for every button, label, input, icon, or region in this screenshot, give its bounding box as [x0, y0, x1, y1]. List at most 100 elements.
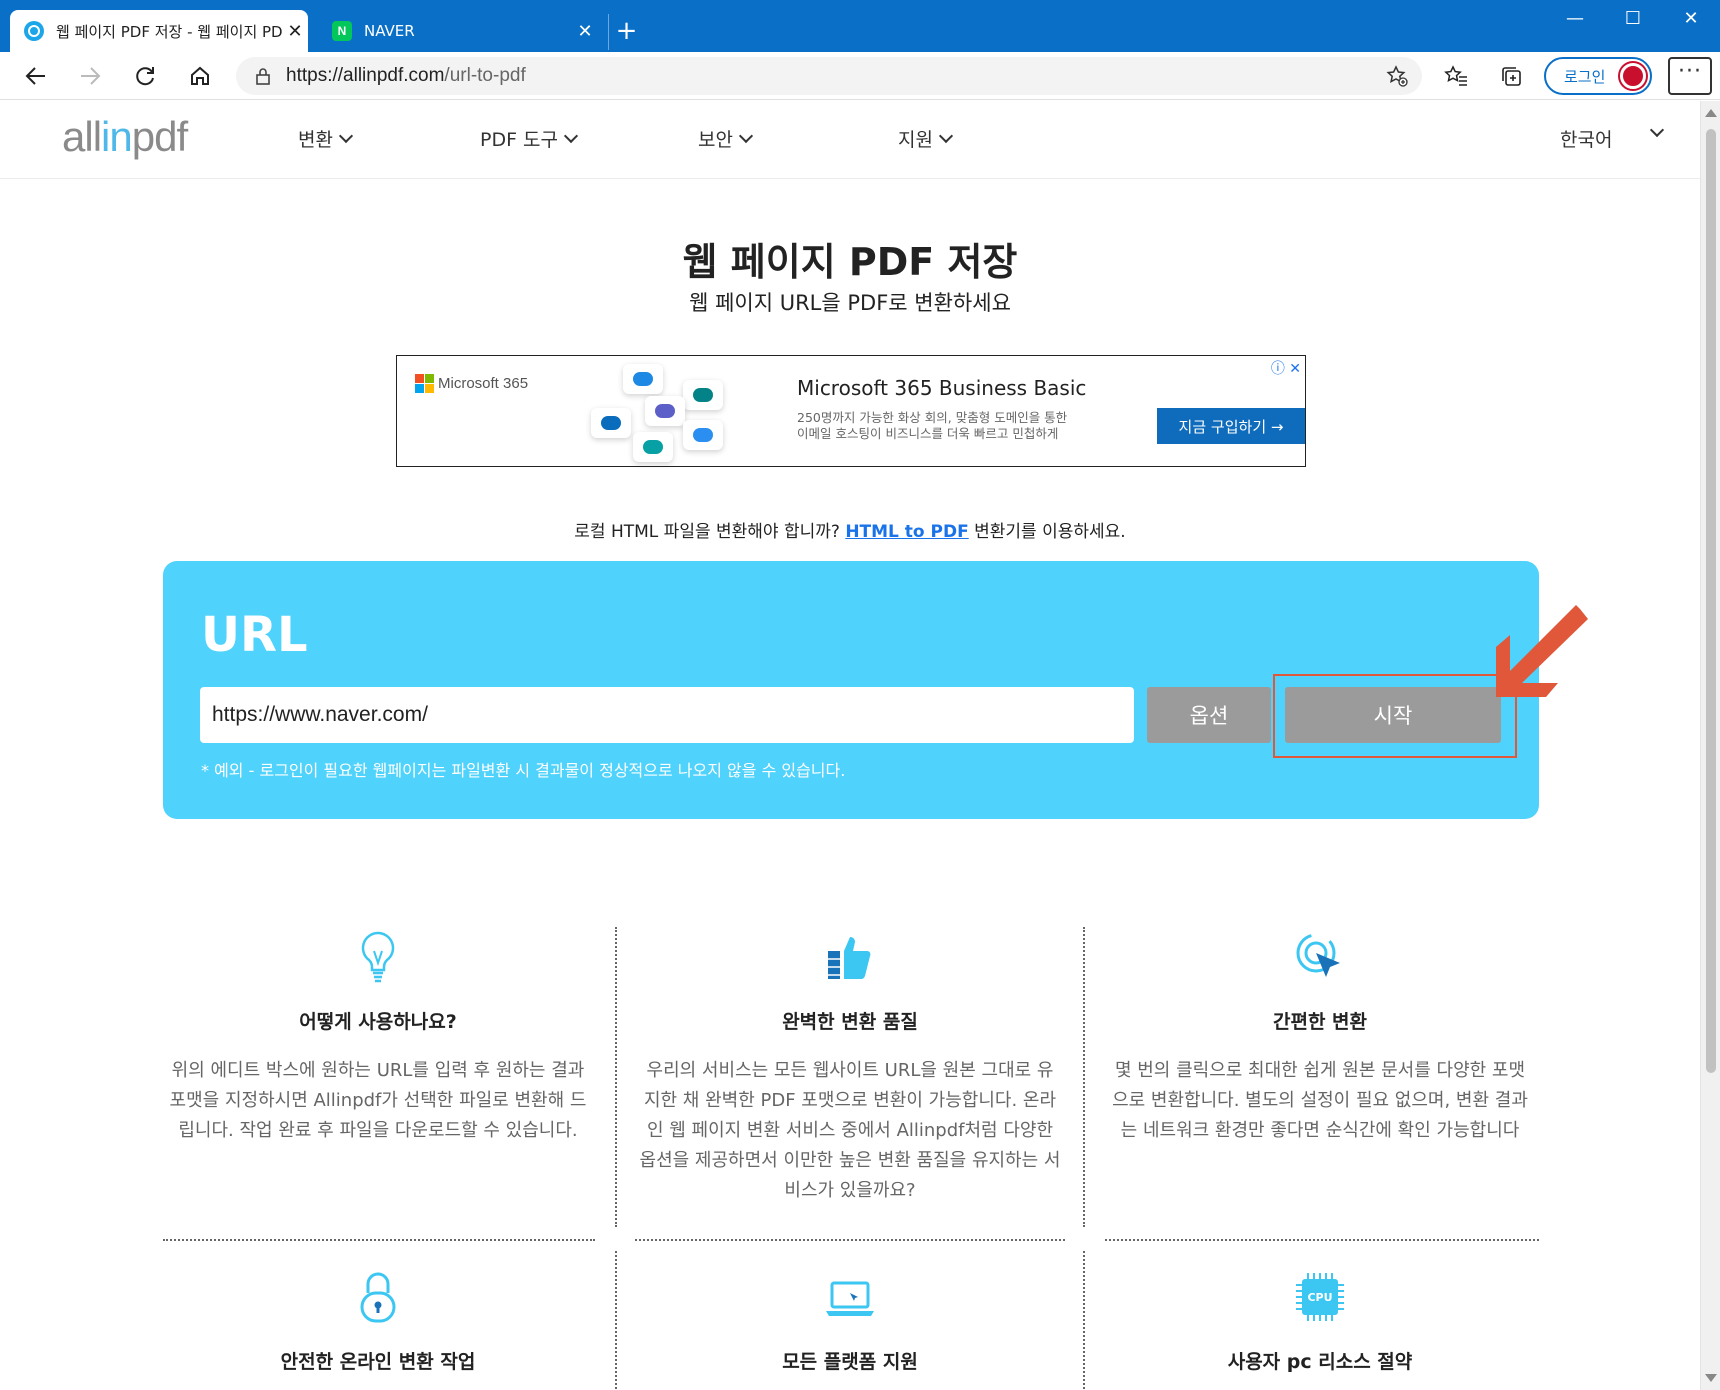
feature-quality: 완벽한 변환 품질 우리의 서비스는 모든 웹사이트 URL을 원본 그대로 유…	[635, 927, 1065, 1206]
login-label: 로그인	[1564, 67, 1606, 86]
feature-desc: 위의 에디트 박스에 원하는 URL를 입력 후 원하는 결과 포맷을 지정하시…	[169, 1060, 587, 1141]
maximize-icon[interactable]: ☐	[1604, 0, 1662, 40]
tab-close-icon[interactable]: ✕	[572, 21, 598, 42]
favorite-add-icon[interactable]	[1386, 65, 1408, 87]
lock-icon	[254, 67, 272, 85]
divider	[1105, 1239, 1539, 1241]
scroll-up-icon[interactable]	[1705, 109, 1717, 117]
padlock-icon	[360, 1272, 396, 1323]
login-button[interactable]: 로그인	[1544, 57, 1652, 95]
url-input[interactable]	[200, 687, 1134, 743]
login-exception-hint: * 예외 - 로그인이 필요한 웹페이지는 파일변환 시 결과물이 정상적으로 …	[201, 761, 846, 780]
ad-title: Microsoft 365 Business Basic	[797, 376, 1087, 400]
back-arrow-icon[interactable]	[18, 59, 54, 93]
cpu-icon: CPU	[1296, 1273, 1344, 1321]
sharepoint-icon	[633, 432, 673, 462]
ad-banner[interactable]: Microsoft 365 Microsoft 365 Business Bas…	[396, 355, 1306, 467]
allinpdf-favicon-icon	[24, 21, 44, 41]
divider	[1083, 927, 1085, 1227]
onedrive-icon	[623, 364, 663, 394]
url-label: URL	[201, 607, 308, 663]
scroll-down-icon[interactable]	[1705, 1374, 1717, 1382]
tab-close-icon[interactable]: ✕	[282, 21, 308, 42]
nav-label: 지원	[898, 129, 933, 151]
favorites-icon[interactable]	[1438, 59, 1474, 93]
new-tab-button[interactable]: +	[608, 14, 644, 50]
onedrive-icon	[683, 420, 723, 450]
page-title: 웹 페이지 PDF 저장	[682, 240, 1018, 284]
tab-label: 웹 페이지 PDF 저장 - 웹 페이지 PDF	[56, 22, 282, 41]
ad-brand: Microsoft 365	[438, 375, 529, 392]
ad-info-close-icon[interactable]: ⓘ ✕	[1271, 358, 1301, 378]
laptop-icon	[826, 1281, 874, 1316]
divider	[1083, 1251, 1085, 1390]
feature-title: 어떻게 사용하나요?	[299, 1011, 457, 1033]
teams-icon	[645, 396, 685, 426]
refresh-icon[interactable]	[127, 59, 163, 93]
chevron-down-icon[interactable]	[1649, 122, 1665, 138]
divider	[615, 1251, 617, 1390]
feature-title: 간편한 변환	[1272, 1011, 1367, 1033]
site-header: allinpdf 변환 PDF 도구 보안 지원 한국어	[0, 101, 1700, 179]
microsoft-squares-icon	[415, 374, 434, 393]
tab-allinpdf[interactable]: 웹 페이지 PDF 저장 - 웹 페이지 PDF ✕	[10, 10, 308, 52]
allinpdf-logo[interactable]: allinpdf	[62, 113, 188, 161]
minimize-icon[interactable]: —	[1546, 0, 1604, 40]
nav-security[interactable]: 보안	[698, 125, 754, 152]
start-button[interactable]: 시작	[1285, 687, 1501, 743]
html-to-pdf-link[interactable]: HTML to PDF	[845, 522, 968, 542]
nav-label: PDF 도구	[480, 129, 559, 151]
nav-pdf-tools[interactable]: PDF 도구	[480, 125, 579, 152]
divider	[635, 1239, 1065, 1241]
forward-arrow-icon[interactable]	[72, 59, 108, 93]
url-converter-panel: URL 옵션 시작 * 예외 - 로그인이 필요한 웹페이지는 파일변환 시 결…	[163, 561, 1539, 819]
feature-how-to-use: 어떻게 사용하나요? 위의 에디트 박스에 원하는 URL를 입력 후 원하는 …	[163, 927, 593, 1146]
naver-favicon-icon: N	[332, 21, 352, 41]
scrollbar-thumb[interactable]	[1706, 129, 1716, 1073]
address-bar[interactable]: https://allinpdf.com/url-to-pdf	[236, 57, 1422, 95]
options-button[interactable]: 옵션	[1147, 687, 1271, 743]
feature-secure: 안전한 온라인 변환 작업	[163, 1267, 593, 1374]
ad-description: 250명까지 가능한 화상 회의, 맞춤형 도메인을 통한 이메일 호스팅이 비…	[797, 410, 1127, 442]
tab-naver[interactable]: N NAVER ✕	[318, 10, 598, 52]
feature-desc: 몇 번의 클릭으로 최대한 쉽게 원본 문서를 다양한 포맷으로 변환합니다. …	[1112, 1060, 1528, 1141]
lightbulb-icon	[361, 931, 395, 983]
chevron-down-icon	[338, 128, 354, 143]
notice-text: 변환기를 이용하세요.	[968, 522, 1126, 542]
browser-titlebar: 웹 페이지 PDF 저장 - 웹 페이지 PDF ✕ N NAVER ✕ + —…	[0, 0, 1720, 52]
chevron-down-icon	[563, 128, 579, 143]
features-section: 어떻게 사용하나요? 위의 에디트 박스에 원하는 URL를 입력 후 원하는 …	[163, 927, 1539, 1390]
feature-title: 모든 플랫폼 지원	[782, 1351, 918, 1373]
nav-support[interactable]: 지원	[898, 125, 954, 152]
click-pointer-icon	[1296, 933, 1340, 977]
url-host: https://allinpdf.com	[286, 65, 445, 86]
chevron-down-icon	[738, 128, 754, 143]
nav-label: 보안	[698, 129, 733, 151]
language-select[interactable]: 한국어	[1560, 125, 1612, 152]
feature-all-platforms: 모든 플랫폼 지원	[635, 1267, 1065, 1374]
web-page: allinpdf 변환 PDF 도구 보안 지원 한국어 웹 페이지 PDF 저…	[0, 101, 1700, 1390]
feature-easy-convert: 간편한 변환 몇 번의 클릭으로 최대한 쉽게 원본 문서를 다양한 포맷으로 …	[1105, 927, 1535, 1146]
settings-menu-button[interactable]: ···	[1668, 57, 1712, 95]
tab-label: NAVER	[364, 22, 415, 40]
home-icon[interactable]	[182, 59, 218, 93]
logo-part: pdf	[131, 113, 188, 160]
nav-convert[interactable]: 변환	[298, 125, 354, 152]
thumbs-up-icon	[828, 937, 871, 979]
ad-buy-now-button[interactable]: 지금 구입하기 →	[1157, 408, 1305, 444]
page-subtitle: 웹 페이지 URL을 PDF로 변환하세요	[689, 291, 1011, 315]
browser-toolbar: https://allinpdf.com/url-to-pdf 로그인 ···	[0, 52, 1720, 100]
profile-avatar-icon	[1620, 63, 1646, 89]
nav-label: 변환	[298, 129, 333, 151]
exchange-icon	[591, 408, 631, 438]
feature-save-resources: CPU 사용자 pc 리소스 절약	[1105, 1267, 1535, 1374]
feature-title: 완벽한 변환 품질	[782, 1011, 918, 1033]
cpu-chip-label: CPU	[1307, 1291, 1332, 1304]
page-scrollbar[interactable]	[1700, 101, 1720, 1390]
ad-desc-line: 이메일 호스팅이 비즈니스를 더욱 빠르고 민첩하게	[797, 426, 1059, 441]
window-close-icon[interactable]: ✕	[1662, 0, 1720, 40]
address-url: https://allinpdf.com/url-to-pdf	[286, 65, 526, 87]
ad-desc-line: 250명까지 가능한 화상 회의, 맞춤형 도메인을 통한	[797, 410, 1068, 425]
feature-title: 사용자 pc 리소스 절약	[1227, 1351, 1413, 1373]
collections-icon[interactable]	[1493, 59, 1529, 93]
